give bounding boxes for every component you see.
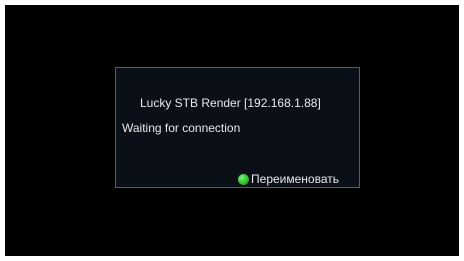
- connection-status: Waiting for connection: [122, 121, 241, 135]
- tv-screen: Lucky STB Render [192.168.1.88] Waiting …: [5, 5, 459, 256]
- dialog-title: Lucky STB Render [192.168.1.88]: [140, 96, 321, 110]
- rename-label: Переименовать: [251, 172, 339, 186]
- dlna-renderer-dialog: Lucky STB Render [192.168.1.88] Waiting …: [115, 67, 360, 188]
- rename-button[interactable]: Переименовать: [238, 172, 339, 186]
- green-button-icon: [238, 173, 250, 185]
